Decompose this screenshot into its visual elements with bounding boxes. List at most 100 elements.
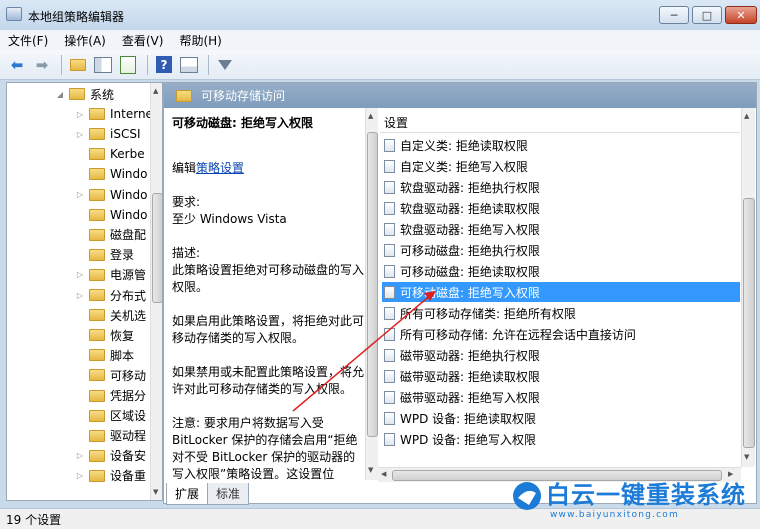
scroll-down-icon[interactable]: ▼	[368, 466, 373, 474]
scroll-up-icon[interactable]: ▲	[744, 112, 749, 120]
settings-list: 设置 自定义类: 拒绝读取权限 自定义类: 拒绝写入权限 软盘驱动器: 拒绝执行权限…	[378, 108, 756, 483]
tree-item[interactable]: ▷ iSCSI	[75, 124, 141, 144]
setting-label: 磁带驱动器: 拒绝读取权限	[400, 369, 540, 384]
back-arrow-icon[interactable]: ⬅	[6, 54, 28, 76]
help-icon[interactable]: ?	[153, 54, 175, 76]
tab-standard[interactable]: 标准	[207, 483, 250, 505]
setting-row[interactable]: 自定义类: 拒绝读取权限	[382, 135, 740, 155]
toolbar: ⬅ ➡ ?	[0, 50, 760, 80]
setting-row[interactable]: WPD 设备: 拒绝读取权限	[382, 408, 740, 428]
collapsed-arrow-icon[interactable]: ▷	[75, 190, 85, 199]
setting-row[interactable]: 软盘驱动器: 拒绝执行权限	[382, 177, 740, 197]
edit-policy-link[interactable]: 策略设置	[196, 161, 244, 175]
setting-row[interactable]: WPD 设备: 拒绝写入权限	[382, 429, 740, 449]
setting-row[interactable]: 可移动磁盘: 拒绝写入权限	[382, 282, 740, 302]
tree-item[interactable]: 关机选	[75, 305, 146, 325]
settings-horizontal-scrollbar[interactable]: ◀ ▶	[378, 467, 741, 482]
setting-label: 软盘驱动器: 拒绝写入权限	[400, 222, 540, 237]
tree-item-label: 磁盘配	[110, 228, 147, 243]
collapsed-arrow-icon[interactable]: ▷	[75, 270, 85, 279]
tree-item[interactable]: ▷ 分布式	[75, 285, 146, 305]
description-scroll-thumb[interactable]	[367, 132, 378, 437]
menu-view[interactable]: 查看(V)	[122, 32, 164, 49]
setting-row[interactable]: 自定义类: 拒绝写入权限	[382, 156, 740, 176]
settings-scroll-thumb[interactable]	[743, 198, 755, 448]
tree-item-label: 分布式	[110, 288, 147, 303]
settings-hscroll-thumb[interactable]	[392, 470, 722, 481]
setting-row[interactable]: 所有可移动存储: 允许在远程会话中直接访问	[382, 324, 740, 344]
folder-icon	[89, 248, 105, 261]
scroll-down-icon[interactable]: ▼	[153, 488, 158, 496]
tree-item-label: 驱动程	[110, 429, 147, 444]
tree-item-label: 关机选	[110, 308, 147, 323]
tree-item[interactable]: 驱动程	[75, 426, 146, 446]
tree-item[interactable]: ▷ Windo	[75, 185, 148, 205]
scroll-up-icon[interactable]: ▲	[153, 87, 158, 95]
tree-item[interactable]: 磁盘配	[75, 225, 146, 245]
properties-icon[interactable]	[178, 54, 200, 76]
tree-scrollbar[interactable]: ▲ ▼	[150, 83, 162, 500]
tree-item-label: 设备安	[110, 449, 147, 464]
forward-arrow-icon[interactable]: ➡	[31, 54, 53, 76]
setting-row[interactable]: 磁带驱动器: 拒绝写入权限	[382, 387, 740, 407]
collapsed-arrow-icon[interactable]: ▷	[75, 471, 85, 480]
settings-scrollbar[interactable]: ▲ ▼	[741, 108, 755, 467]
tree-item[interactable]: ▷ 电源管	[75, 265, 146, 285]
scroll-right-icon[interactable]: ▶	[728, 470, 733, 478]
setting-row[interactable]: 可移动磁盘: 拒绝执行权限	[382, 240, 740, 260]
setting-row[interactable]: 软盘驱动器: 拒绝读取权限	[382, 198, 740, 218]
tree-item[interactable]: Windo	[75, 164, 148, 184]
tree-item[interactable]: 脚本	[75, 345, 134, 365]
tree-item[interactable]: 凭据分	[75, 386, 146, 406]
setting-label: WPD 设备: 拒绝写入权限	[400, 432, 537, 447]
tree-item-label: 系统	[90, 87, 115, 102]
description-text: 此策略设置拒绝对可移动磁盘的写入权限。	[172, 263, 364, 294]
setting-row[interactable]: 所有可移动存储类: 拒绝所有权限	[382, 303, 740, 323]
disabled-text: 如果禁用或未配置此策略设置，将允许对此可移动存储类的写入权限。	[172, 365, 364, 396]
setting-row[interactable]: 软盘驱动器: 拒绝写入权限	[382, 219, 740, 239]
tree-item[interactable]: ▷ Interne	[75, 104, 153, 124]
filter-icon[interactable]	[214, 54, 236, 76]
tree-item[interactable]: ▷ 设备重	[75, 466, 146, 486]
menu-file[interactable]: 文件(F)	[8, 32, 48, 49]
up-folder-icon[interactable]	[67, 54, 89, 76]
menu-help[interactable]: 帮助(H)	[179, 32, 221, 49]
edit-prefix: 编辑	[172, 161, 197, 175]
tree-item[interactable]: Kerbe	[75, 144, 145, 164]
tree-item[interactable]: ▷ 设备安	[75, 446, 146, 466]
tab-extended[interactable]: 扩展	[166, 483, 209, 505]
scroll-left-icon[interactable]: ◀	[381, 470, 386, 478]
setting-row[interactable]: 可移动磁盘: 拒绝读取权限	[382, 261, 740, 281]
policy-setting-icon	[384, 369, 395, 383]
scroll-down-icon[interactable]: ▼	[744, 453, 749, 461]
export-icon[interactable]	[117, 54, 139, 76]
collapsed-arrow-icon[interactable]: ▷	[75, 451, 85, 460]
requirements-label: 要求:	[172, 195, 201, 209]
setting-row[interactable]: 磁带驱动器: 拒绝读取权限	[382, 366, 740, 386]
tree-item[interactable]: 可移动	[75, 365, 146, 385]
window-title: 本地组策略编辑器	[28, 10, 125, 24]
menu-action[interactable]: 操作(A)	[64, 32, 106, 49]
show-tree-icon[interactable]	[92, 54, 114, 76]
setting-row[interactable]: 磁带驱动器: 拒绝执行权限	[382, 345, 740, 365]
tree-item[interactable]: 区域设	[75, 406, 146, 426]
expanded-arrow-icon[interactable]: ◢	[55, 90, 65, 99]
tree-scroll-thumb[interactable]	[152, 193, 162, 303]
policy-setting-icon	[384, 201, 395, 215]
setting-label: 所有可移动存储类: 拒绝所有权限	[400, 306, 576, 321]
folder-icon	[89, 449, 105, 462]
tree-item[interactable]: 恢复	[75, 325, 134, 345]
collapsed-arrow-icon[interactable]: ▷	[75, 130, 85, 139]
tree-item[interactable]: ◢ 系统	[55, 84, 114, 104]
collapsed-arrow-icon[interactable]: ▷	[75, 291, 85, 300]
scroll-up-icon[interactable]: ▲	[368, 112, 373, 120]
settings-column-header[interactable]: 设置	[384, 114, 408, 131]
collapsed-arrow-icon[interactable]: ▷	[75, 110, 85, 119]
minimize-button[interactable]: ─	[659, 6, 689, 24]
description-scrollbar[interactable]: ▲ ▼	[365, 108, 378, 480]
maximize-button[interactable]: □	[692, 6, 722, 24]
tree-item[interactable]: Windo	[75, 205, 148, 225]
close-button[interactable]: ✕	[725, 6, 757, 24]
toolbar-separator	[61, 54, 62, 75]
tree-item[interactable]: 登录	[75, 245, 134, 265]
